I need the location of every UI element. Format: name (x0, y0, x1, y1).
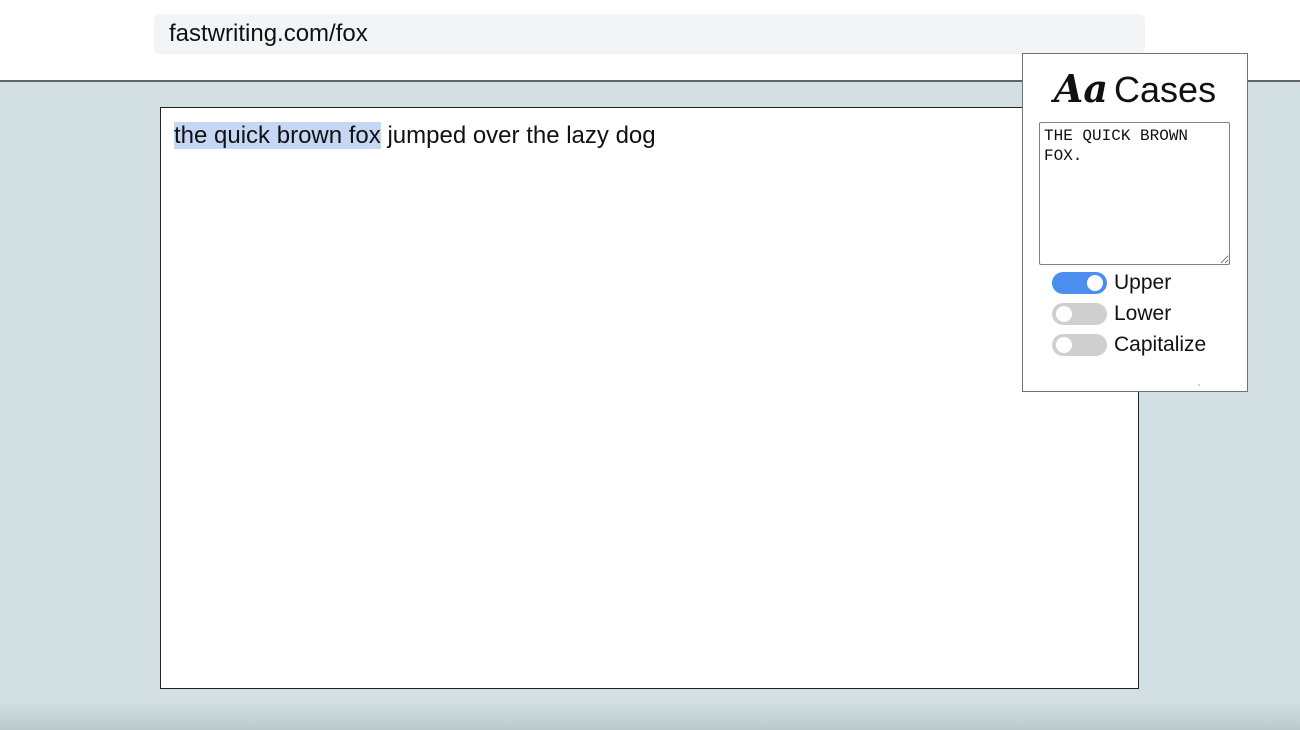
toggle-capitalize-label: Capitalize (1114, 333, 1207, 356)
toggle-capitalize[interactable]: Capitalize (1052, 332, 1206, 358)
switch-knob (1056, 337, 1072, 353)
popup-title: Cases (1114, 69, 1217, 110)
editor-text[interactable]: jumped over the lazy dog (381, 122, 655, 149)
capitalize-switch[interactable] (1052, 334, 1107, 356)
text-editor[interactable]: the quick brown fox jumped over the lazy… (160, 107, 1139, 689)
switch-knob (1087, 275, 1103, 291)
selected-text[interactable]: the quick brown fox (174, 122, 381, 149)
aa-logo-icon: Aa (1053, 66, 1109, 111)
toggle-upper-label: Upper (1114, 271, 1172, 294)
switch-knob (1056, 306, 1072, 322)
address-bar[interactable]: fastwriting.com/fox (154, 14, 1145, 54)
toggle-upper[interactable]: Upper (1052, 270, 1171, 296)
page-bottom-shadow (0, 702, 1300, 730)
popup-header: Aa Cases (1023, 64, 1247, 123)
upper-switch[interactable] (1052, 272, 1107, 294)
toggle-lower[interactable]: Lower (1052, 301, 1171, 327)
cases-popup: Aa Cases THE QUICK BROWN FOX. Upper Lower… (1022, 53, 1248, 392)
toggle-lower-label: Lower (1114, 302, 1172, 325)
decorative-dot (1198, 384, 1200, 386)
case-preview-textarea[interactable]: THE QUICK BROWN FOX. (1039, 122, 1230, 265)
lower-switch[interactable] (1052, 303, 1107, 325)
